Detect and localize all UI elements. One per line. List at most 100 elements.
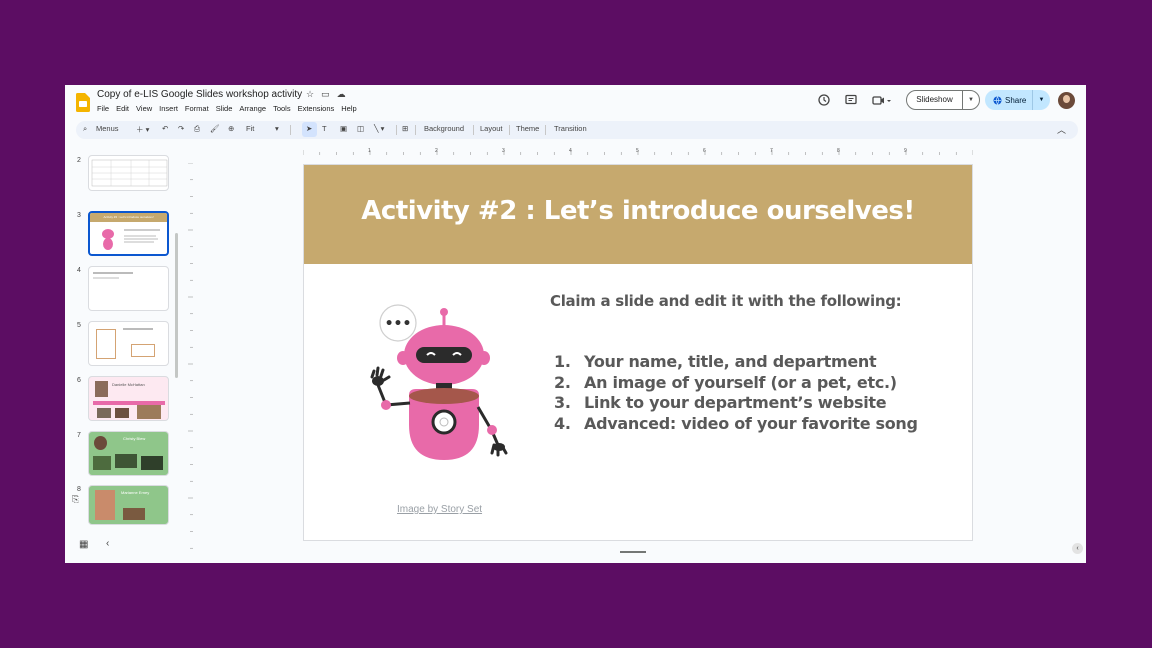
svg-text:5: 5: [636, 148, 639, 154]
undo-icon[interactable]: ↶: [162, 124, 168, 133]
slides-logo-icon[interactable]: [76, 93, 90, 112]
list-text: Link to your department’s website: [584, 393, 887, 412]
list-text: Advanced: video of your favorite song: [584, 413, 918, 433]
comment-add-icon[interactable]: ⊞: [402, 124, 408, 133]
menus-search[interactable]: Menus: [96, 124, 119, 133]
slideshow-label[interactable]: Slideshow: [907, 91, 963, 109]
svg-text:4: 4: [569, 148, 572, 154]
cursor-icon[interactable]: ➤: [306, 124, 312, 133]
collapse-toolbar-icon[interactable]: ︿: [1057, 123, 1066, 136]
new-slide-icon[interactable]: ＋ ▾: [136, 124, 149, 135]
star-icon[interactable]: ☆: [306, 89, 314, 100]
zoom-icon[interactable]: ⊕: [228, 124, 234, 133]
version-history-icon[interactable]: [817, 93, 831, 107]
paint-format-icon[interactable]: 🖌: [210, 124, 220, 133]
menu-tools[interactable]: Tools: [273, 104, 291, 113]
thumb-title: Christy Blew: [123, 436, 146, 441]
slide-canvas[interactable]: Activity #2 : Let’s introduce ourselves!…: [303, 164, 973, 541]
cloud-saved-icon[interactable]: ☁: [337, 89, 346, 100]
meet-camera-icon[interactable]: [871, 93, 893, 107]
print-icon[interactable]: ⎙: [194, 124, 200, 134]
line-icon[interactable]: ╲ ▾: [374, 124, 384, 133]
slide-thumbnail-6[interactable]: Danielle McHattan: [88, 376, 169, 421]
thumb-title: Activity #2 : Let's introduce ourselves!: [103, 215, 154, 219]
comments-icon[interactable]: [844, 93, 858, 107]
slide-thumbnail-3[interactable]: Activity #2 : Let's introduce ourselves!: [88, 211, 169, 256]
filmstrip-scrollbar[interactable]: [175, 233, 178, 378]
slide-title[interactable]: Activity #2 : Let’s introduce ourselves!: [304, 196, 972, 226]
slide-thumbnail-7[interactable]: Christy Blew: [88, 431, 169, 476]
slide-number: 3: [77, 212, 81, 219]
app-header: Copy of e-LIS Google Slides workshop act…: [65, 85, 1086, 119]
redo-icon[interactable]: ↷: [178, 124, 184, 133]
avatar[interactable]: [1058, 92, 1075, 109]
list-item: 3. Link to your department’s website: [554, 393, 918, 414]
paperclip-icon[interactable]: ⎘: [72, 494, 79, 505]
toolbar: ⌕ Menus ＋ ▾ ↶ ↷ ⎙ 🖌 ⊕ Fit ▾ ➤ T ▣ ◫ ╲ ▾ …: [76, 121, 1078, 139]
zoom-select[interactable]: Fit: [246, 124, 254, 133]
menu-arrange[interactable]: Arrange: [239, 104, 266, 113]
list-number: 2.: [554, 372, 571, 392]
transition-button[interactable]: Transition: [554, 124, 587, 133]
list-item: 4. Advanced: video of your favorite song: [554, 414, 918, 435]
globe-icon: [993, 95, 1002, 105]
collapse-filmstrip-icon[interactable]: ‹: [106, 538, 109, 549]
speaker-notes-handle[interactable]: [620, 551, 646, 553]
menu-view[interactable]: View: [136, 104, 152, 113]
slide-thumbnail-4[interactable]: [88, 266, 169, 311]
menu-bar: File Edit View Insert Format Slide Arran…: [97, 104, 357, 113]
slide-thumbnail-2[interactable]: [88, 155, 169, 191]
slide-number: 2: [77, 157, 81, 164]
list-number: 3.: [554, 393, 571, 412]
slideshow-button[interactable]: Slideshow ▼: [906, 90, 980, 110]
table-preview: [91, 159, 168, 187]
chevron-down-icon[interactable]: ▾: [275, 124, 279, 133]
theme-button[interactable]: Theme: [516, 124, 539, 133]
shape-icon[interactable]: ◫: [357, 124, 364, 133]
background-button[interactable]: Background: [424, 124, 464, 133]
menu-extensions[interactable]: Extensions: [298, 104, 335, 113]
layout-button[interactable]: Layout: [480, 124, 503, 133]
svg-text:6: 6: [703, 148, 706, 154]
svg-text:2: 2: [435, 148, 438, 154]
list-number: 1.: [554, 352, 571, 371]
image-credit-link[interactable]: Image by Story Set: [397, 504, 482, 515]
menu-slide[interactable]: Slide: [216, 104, 233, 113]
chevron-down-icon[interactable]: ▼: [963, 97, 979, 103]
menu-format[interactable]: Format: [185, 104, 209, 113]
slide-thumbnail-8[interactable]: Marianne Erney: [88, 485, 169, 525]
slide-number: 7: [77, 432, 81, 439]
horizontal-ruler[interactable]: 1 2 3 4 5 6 7 8 9: [303, 147, 973, 155]
text-box-icon[interactable]: T: [322, 124, 327, 133]
svg-text:9: 9: [904, 148, 907, 154]
menu-help[interactable]: Help: [341, 104, 356, 113]
menu-file[interactable]: File: [97, 104, 109, 113]
slide-number: 8: [77, 486, 81, 493]
slide-thumbnail-5[interactable]: [88, 321, 169, 366]
filmstrip: 2 3 Activity #2 : Let's introduce oursel…: [65, 145, 185, 563]
svg-text:3: 3: [502, 148, 505, 154]
search-icon[interactable]: ⌕: [83, 124, 87, 134]
svg-text:7: 7: [770, 148, 773, 154]
slide-number: 5: [77, 322, 81, 329]
vertical-ruler[interactable]: [185, 163, 193, 563]
move-folder-icon[interactable]: ▭: [321, 89, 330, 100]
robot-mini-icon: [102, 229, 114, 250]
list-item: 1. Your name, title, and department: [554, 352, 918, 373]
share-button[interactable]: Share ▼: [985, 90, 1050, 110]
list-text: Your name, title, and department: [584, 352, 877, 371]
google-slides-window: Copy of e-LIS Google Slides workshop act…: [65, 85, 1086, 563]
intro-text[interactable]: Claim a slide and edit it with the follo…: [550, 292, 902, 310]
document-title[interactable]: Copy of e-LIS Google Slides workshop act…: [97, 89, 302, 100]
svg-text:•••: •••: [385, 316, 412, 332]
grid-view-icon[interactable]: ▦: [79, 539, 88, 550]
menu-insert[interactable]: Insert: [159, 104, 178, 113]
menu-edit[interactable]: Edit: [116, 104, 129, 113]
image-icon[interactable]: ▣: [340, 124, 347, 133]
side-panel-toggle-icon[interactable]: ‹: [1072, 543, 1083, 554]
robot-illustration[interactable]: •••: [364, 295, 524, 475]
chevron-down-icon[interactable]: ▼: [1033, 97, 1050, 103]
list-text: An image of yourself (or a pet, etc.): [584, 372, 897, 392]
instructions-list[interactable]: 1. Your name, title, and department 2. A…: [554, 352, 918, 434]
list-item: 2. An image of yourself (or a pet, etc.): [554, 373, 918, 394]
